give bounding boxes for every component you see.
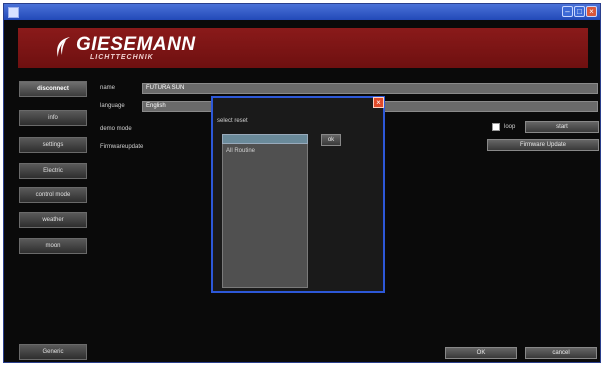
sidebar-item-disconnect[interactable]: disconnect [19, 81, 87, 97]
firmware-update-label: Firmwareupdate [100, 144, 144, 150]
dialog-ok-button[interactable]: ok [321, 134, 341, 146]
minimize-button[interactable]: – [562, 6, 573, 17]
sidebar-item-settings[interactable]: settings [19, 137, 87, 153]
loop-checkbox[interactable] [492, 123, 500, 131]
language-label: language [100, 103, 125, 109]
loop-label: loop [504, 124, 516, 130]
reset-input-field[interactable] [222, 134, 308, 144]
brand-name: GIESEMANN [76, 34, 196, 55]
app-window: – □ × GIESEMANN LICHTTECHNIK disconnect … [3, 3, 601, 363]
brand-banner: GIESEMANN LICHTTECHNIK [18, 28, 588, 68]
list-item[interactable]: All Routine [226, 148, 255, 154]
select-reset-dialog: × select reset ok All Routine [211, 96, 385, 293]
sidebar-item-electric[interactable]: Electric [19, 163, 87, 179]
firmware-update-button[interactable]: Firmware Update [487, 139, 599, 151]
title-bar[interactable]: – □ × [4, 4, 600, 20]
start-button[interactable]: start [525, 121, 599, 133]
sidebar-item-info[interactable]: info [19, 110, 87, 126]
select-reset-label: select reset [217, 118, 248, 124]
sidebar-item-weather[interactable]: weather [19, 212, 87, 228]
dialog-close-button[interactable]: × [373, 97, 384, 108]
ok-button[interactable]: OK [445, 347, 517, 359]
reset-list[interactable]: All Routine [222, 134, 308, 288]
maximize-button[interactable]: □ [574, 6, 585, 17]
demo-mode-label: demo mode [100, 126, 132, 132]
app-icon [8, 7, 19, 18]
sidebar-item-control-mode[interactable]: control mode [19, 187, 87, 203]
cancel-button[interactable]: cancel [525, 347, 597, 359]
name-field[interactable]: FUTURA SUN [142, 83, 598, 94]
logo-swoosh-icon [57, 37, 70, 57]
close-button[interactable]: × [586, 6, 597, 17]
name-label: name [100, 85, 116, 91]
generic-button[interactable]: Generic [19, 344, 87, 360]
sidebar-item-moon[interactable]: moon [19, 238, 87, 254]
brand-subtitle: LICHTTECHNIK [90, 54, 154, 61]
